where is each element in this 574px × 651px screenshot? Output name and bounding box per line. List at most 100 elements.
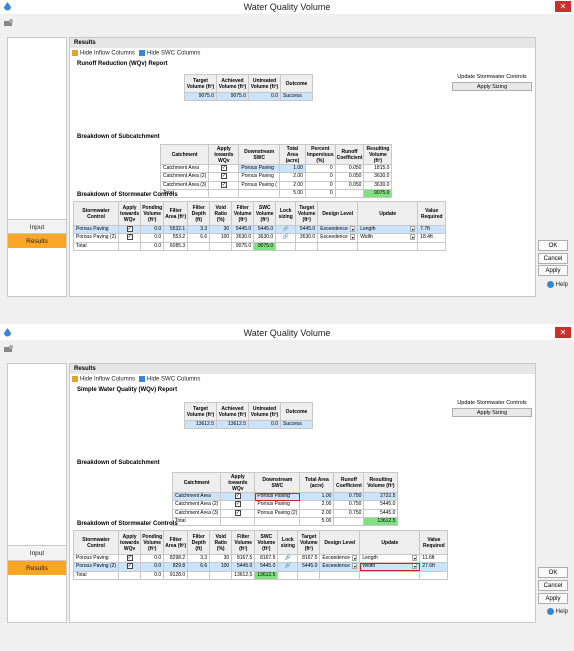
swc-cell[interactable]: 🔗 — [277, 562, 299, 572]
table-row[interactable]: Total 5.00 0 9075.0 — [159, 188, 393, 198]
apply-wqv-checkbox[interactable]: ✓ — [234, 493, 241, 499]
swc-cell[interactable] — [118, 570, 142, 580]
apply-wqv-checkbox[interactable]: ✓ — [126, 234, 133, 241]
swc-cell[interactable]: Length ▾ — [359, 553, 421, 564]
table-row[interactable]: Catchment Area (3) ✓ Porous Paving (2.00 0 0… — [159, 180, 393, 191]
close-button[interactable]: ✕ — [555, 327, 571, 338]
subcatchment-cell[interactable]: ✓ — [220, 500, 256, 510]
hide-swc-columns-button[interactable]: Hide SWC Columns — [139, 376, 200, 383]
swc-cell[interactable]: ✓ — [118, 562, 142, 572]
apply-wqv-checkbox[interactable]: ✓ — [126, 555, 133, 561]
table-row[interactable]: Catchment Area (2) ✓ Porous Paving 2.00 0.75… — [171, 500, 399, 510]
subcatchment-cell[interactable]: Porous Paving ( — [238, 180, 280, 191]
subcatchment-cell[interactable]: ✓ — [208, 172, 240, 182]
table-row[interactable]: Total 0.0 9128.0 13612.5 13612.5 — [72, 570, 449, 580]
subcatchment-cell[interactable]: Porous Paving — [238, 163, 280, 174]
chevron-down-icon[interactable]: ▾ — [410, 226, 416, 233]
subcatchment-cell[interactable]: ✓ — [208, 163, 240, 174]
subcatchment-cell[interactable] — [238, 188, 280, 198]
chevron-down-icon[interactable]: ▾ — [350, 234, 356, 241]
nav-input-button[interactable]: Input — [8, 219, 66, 234]
cancel-button[interactable]: Cancel — [538, 253, 568, 264]
swc-cell[interactable] — [317, 241, 359, 251]
swc-cell[interactable] — [118, 241, 142, 251]
lock-sizing-icon[interactable]: 🔗 — [283, 234, 289, 240]
subcatchment-cell[interactable]: Porous Paving (2) — [254, 508, 301, 519]
apply-wqv-checkbox[interactable]: ✓ — [126, 226, 133, 232]
swc-cell[interactable]: ✓ — [118, 553, 142, 564]
swc-cell[interactable]: Width ▾ — [357, 233, 419, 243]
apply-wqv-checkbox[interactable]: ✓ — [234, 501, 241, 508]
close-button[interactable]: ✕ — [555, 1, 571, 12]
lock-sizing-icon[interactable]: 🔗 — [285, 563, 291, 569]
table-row[interactable]: 13612.5 13612.5 0.0 Success — [184, 420, 313, 429]
update-select[interactable]: Length — [360, 226, 375, 232]
swc-cell[interactable]: ✓ — [118, 233, 142, 243]
hide-inflow-columns-button[interactable]: Hide Inflow Columns — [72, 376, 135, 383]
swc-cell[interactable]: 🔗 — [275, 224, 297, 235]
chevron-down-icon[interactable]: ▾ — [412, 563, 418, 570]
update-select[interactable]: Width — [362, 563, 375, 569]
swc-cell[interactable] — [277, 570, 299, 580]
table-row[interactable]: Total 0.0 6085.3 9075.0 9075.0 — [72, 241, 447, 251]
table-row[interactable]: Porous Paving ✓ 0.0 5532.1 3.3 30 5445.0 5445.0… — [72, 224, 447, 235]
design-level-select[interactable]: Exceedence — [322, 555, 350, 561]
help-link[interactable]: Help — [546, 281, 568, 288]
apply-sizing-button[interactable]: Apply Sizing — [452, 82, 532, 91]
apply-button[interactable]: Apply — [538, 265, 568, 276]
swc-cell[interactable] — [359, 570, 421, 580]
apply-wqv-checkbox[interactable]: ✓ — [220, 173, 227, 180]
help-link[interactable]: Help — [546, 608, 568, 615]
hide-inflow-columns-button[interactable]: Hide Inflow Columns — [72, 50, 135, 57]
apply-wqv-checkbox[interactable]: ✓ — [126, 563, 133, 570]
apply-wqv-checkbox[interactable]: ✓ — [220, 181, 227, 188]
subcatchment-cell[interactable]: Porous Paving — [238, 172, 280, 182]
apply-button[interactable]: Apply — [538, 593, 568, 604]
design-level-select[interactable]: Exceedence — [320, 234, 348, 240]
subcatchment-cell[interactable]: Porous Paving — [254, 500, 301, 510]
chevron-down-icon[interactable]: ▾ — [352, 563, 358, 570]
table-row[interactable]: Total 5.00 13612.5 — [171, 516, 399, 526]
table-row[interactable]: 9075.0 9075.0 0.0 Success — [184, 92, 313, 101]
subcatchment-cell[interactable] — [254, 516, 301, 526]
swc-cell[interactable]: ✓ — [118, 224, 142, 235]
wizard-icon[interactable] — [4, 344, 14, 353]
subcatchment-cell[interactable] — [220, 516, 256, 526]
table-row[interactable]: Catchment Area ✓ Porous Paving 1.00 0 0.050 18… — [159, 163, 393, 174]
table-row[interactable]: Catchment Area (3) ✓ Porous Paving (2) 2.00… — [171, 508, 399, 519]
table-row[interactable]: Catchment Area (2) ✓ Porous Paving 2.00 0 0.0… — [159, 172, 393, 182]
nav-results-button[interactable]: Results — [8, 560, 66, 575]
subcatchment-cell[interactable]: ✓ — [220, 491, 256, 502]
swc-cell[interactable]: Width ▾ — [359, 562, 421, 572]
swc-cell[interactable]: Exceedence ▾ — [319, 553, 361, 564]
subcatchment-cell[interactable] — [208, 188, 240, 198]
swc-cell[interactable]: Exceedence ▾ — [317, 233, 359, 243]
apply-wqv-checkbox[interactable]: ✓ — [220, 165, 227, 171]
subcatchment-cell[interactable]: Porous Paving — [254, 491, 301, 502]
swc-cell[interactable]: 🔗 — [277, 553, 299, 564]
ok-button[interactable]: OK — [538, 240, 568, 251]
lock-sizing-icon[interactable]: 🔗 — [285, 555, 291, 561]
swc-cell[interactable] — [275, 241, 297, 251]
swc-cell[interactable]: Exceedence ▾ — [317, 224, 359, 235]
chevron-down-icon[interactable]: ▾ — [410, 234, 416, 241]
update-select[interactable]: Width — [360, 234, 373, 240]
apply-sizing-button[interactable]: Apply Sizing — [452, 408, 532, 417]
ok-button[interactable]: OK — [538, 567, 568, 578]
swc-cell[interactable]: Length ▾ — [357, 224, 419, 235]
subcatchment-cell[interactable]: ✓ — [220, 508, 256, 519]
cancel-button[interactable]: Cancel — [538, 580, 568, 591]
subcatchment-cell[interactable]: ✓ — [208, 180, 240, 191]
wizard-icon[interactable] — [4, 18, 14, 27]
chevron-down-icon[interactable]: ▾ — [412, 555, 418, 562]
nav-input-button[interactable]: Input — [8, 545, 66, 560]
chevron-down-icon[interactable]: ▾ — [350, 226, 356, 233]
update-select[interactable]: Length — [362, 555, 377, 561]
swc-cell[interactable] — [319, 570, 361, 580]
design-level-select[interactable]: Exceedence — [320, 226, 348, 232]
design-level-select[interactable]: Exceedence — [322, 563, 350, 569]
hide-swc-columns-button[interactable]: Hide SWC Columns — [139, 50, 200, 57]
apply-wqv-checkbox[interactable]: ✓ — [234, 509, 241, 516]
swc-cell[interactable]: 🔗 — [275, 233, 297, 243]
chevron-down-icon[interactable]: ▾ — [352, 555, 358, 562]
